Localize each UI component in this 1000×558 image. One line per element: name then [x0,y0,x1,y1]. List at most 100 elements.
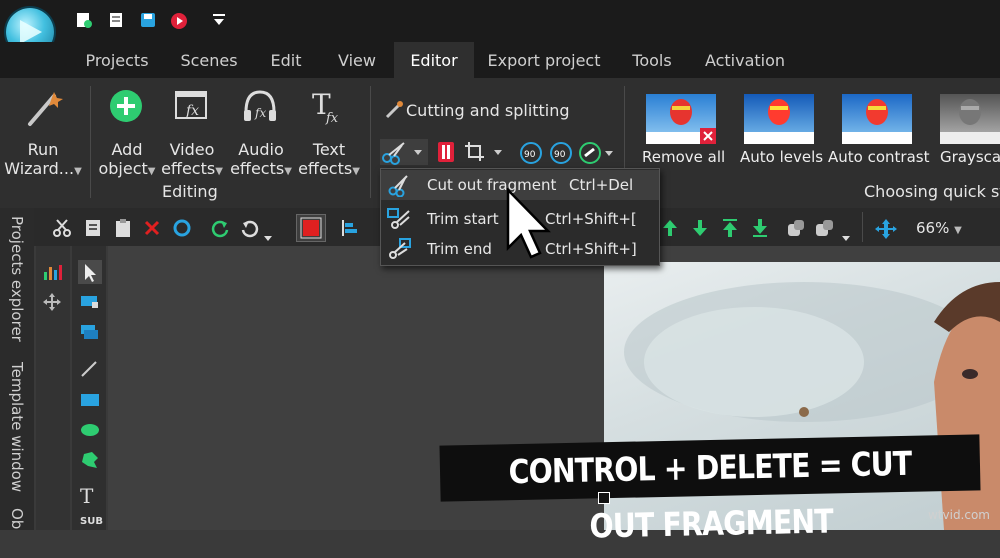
line-tool-icon[interactable] [80,360,98,382]
rect-select-icon[interactable] [80,294,100,314]
audio-fx-icon: fx [242,88,278,130]
bring-to-front-icon[interactable] [720,218,740,242]
tab-tools[interactable]: Tools [622,42,682,78]
layers-icon[interactable] [80,324,100,346]
svg-text:fx: fx [185,103,199,119]
ribbon-divider [90,86,91,198]
trim-start-icon [387,208,410,229]
rotate-left-icon[interactable]: 90 [518,140,544,170]
tab-export-project[interactable]: Export project [484,42,604,78]
video-effects-line1: Video [169,140,215,159]
ungroup-icon[interactable] [814,218,854,246]
quick-styles-group-label: Choosing quick sty [864,182,1000,201]
ribbon-divider [370,86,371,198]
objects-tab-label: Ob [8,508,26,530]
run-wizard-button[interactable]: Run Wizard...▼ [2,140,84,181]
tab-scenes[interactable]: Scenes [170,42,248,78]
run-wizard-line2: Wizard... [4,159,75,178]
scissors-dropdown-button[interactable] [380,139,428,165]
move-icon[interactable] [42,292,62,316]
chevron-down-icon: ▼ [147,166,156,177]
subtitle-tool-icon[interactable]: SUB [80,516,103,527]
align-left-icon[interactable] [340,218,360,242]
video-effects-button[interactable]: Video effects▼ [160,140,224,181]
wand-icon [24,88,64,134]
video-fx-icon: fx [174,88,210,130]
quick-style-auto-levels[interactable] [744,94,814,144]
fit-to-frame-button[interactable] [296,214,326,242]
send-to-back-icon[interactable] [750,218,770,242]
audio-effects-line1: Audio [238,140,284,159]
tab-projects-explorer[interactable]: Projects explorer [0,216,34,346]
group-icon[interactable] [786,218,806,242]
send-down-icon[interactable] [690,218,710,242]
chevron-down-icon: ▼ [954,225,962,236]
trim-end-icon [389,238,411,259]
redo-icon[interactable] [240,218,276,246]
cut-icon[interactable] [52,218,72,242]
stabilize-icon[interactable] [578,140,618,170]
audio-effects-button[interactable]: Audio effects▼ [228,140,294,181]
chevron-down-icon: ▼ [352,166,360,177]
zoom-select[interactable]: 66% ▼ [916,219,962,237]
pointer-tool[interactable] [78,260,102,284]
watermark: wtvid.com [927,508,990,522]
rotate-right-label: 90 [554,150,566,160]
text-fx-icon: Tfx [310,88,346,130]
add-object-button[interactable]: Add object▼ [94,140,160,181]
video-effects-line2: effects [161,159,216,178]
delete-icon[interactable] [144,218,160,242]
levels-icon[interactable] [42,262,64,286]
tab-template-window[interactable]: Template window [0,362,34,492]
menu-item-label: Trim end [427,240,492,258]
pointer-icon [85,264,96,282]
tab-objects[interactable]: Ob [0,508,34,530]
tab-edit[interactable]: Edit [256,42,316,78]
circle-select-icon[interactable] [172,218,192,242]
copy-icon[interactable] [84,218,102,242]
quick-style-grayscale[interactable] [940,94,1000,144]
freeform-tool-icon[interactable] [80,450,100,474]
open-project-icon[interactable] [108,12,124,28]
paste-icon[interactable] [114,218,132,242]
quick-style-remove-all[interactable] [646,94,716,144]
small-wand-icon [384,100,404,124]
svg-text:fx: fx [325,111,339,126]
menu-item-shortcut: Ctrl+Shift+] [545,240,637,258]
fit-frame-icon [300,217,322,239]
chevron-down-icon: ▼ [215,166,223,177]
menu-item-label: Trim start [427,210,499,228]
text-tool-icon[interactable]: T [80,484,93,508]
split-icon[interactable] [436,140,456,168]
rectangle-tool-icon[interactable] [80,392,100,412]
record-icon[interactable] [170,12,187,29]
audio-effects-line2: effects [230,159,285,178]
add-circle-icon [108,88,144,128]
bring-up-icon[interactable] [660,218,680,242]
tab-view[interactable]: View [326,42,388,78]
tutorial-caption: CONTROL + DELETE = CUT OUT FRAGMENT [439,434,981,546]
quick-style-auto-contrast[interactable] [842,94,912,144]
tab-editor[interactable]: Editor [394,42,474,78]
save-icon[interactable] [140,12,156,28]
crop-icon[interactable] [464,140,508,168]
resize-handle[interactable] [598,492,610,504]
quick-style-label: Auto levels [740,148,824,166]
template-window-label: Template window [8,362,26,493]
rotate-left-label: 90 [524,150,536,160]
tab-projects[interactable]: Projects [78,42,156,78]
scissors-icon [382,142,422,165]
toolbar-divider [862,212,863,242]
undo-icon[interactable] [210,218,230,242]
new-project-icon[interactable] [76,12,92,28]
rotate-right-icon[interactable]: 90 [548,140,574,170]
mouse-cursor-icon [504,186,554,264]
quick-access-dropdown-icon[interactable] [212,12,228,28]
scissors-icon [388,175,408,197]
quick-style-label: Auto contrast [828,148,930,166]
tab-activation[interactable]: Activation [698,42,792,78]
object-tools-column [36,246,70,530]
text-effects-button[interactable]: Text effects▼ [296,140,362,181]
move-arrows-icon[interactable] [874,218,898,244]
ellipse-tool-icon[interactable] [80,422,100,442]
